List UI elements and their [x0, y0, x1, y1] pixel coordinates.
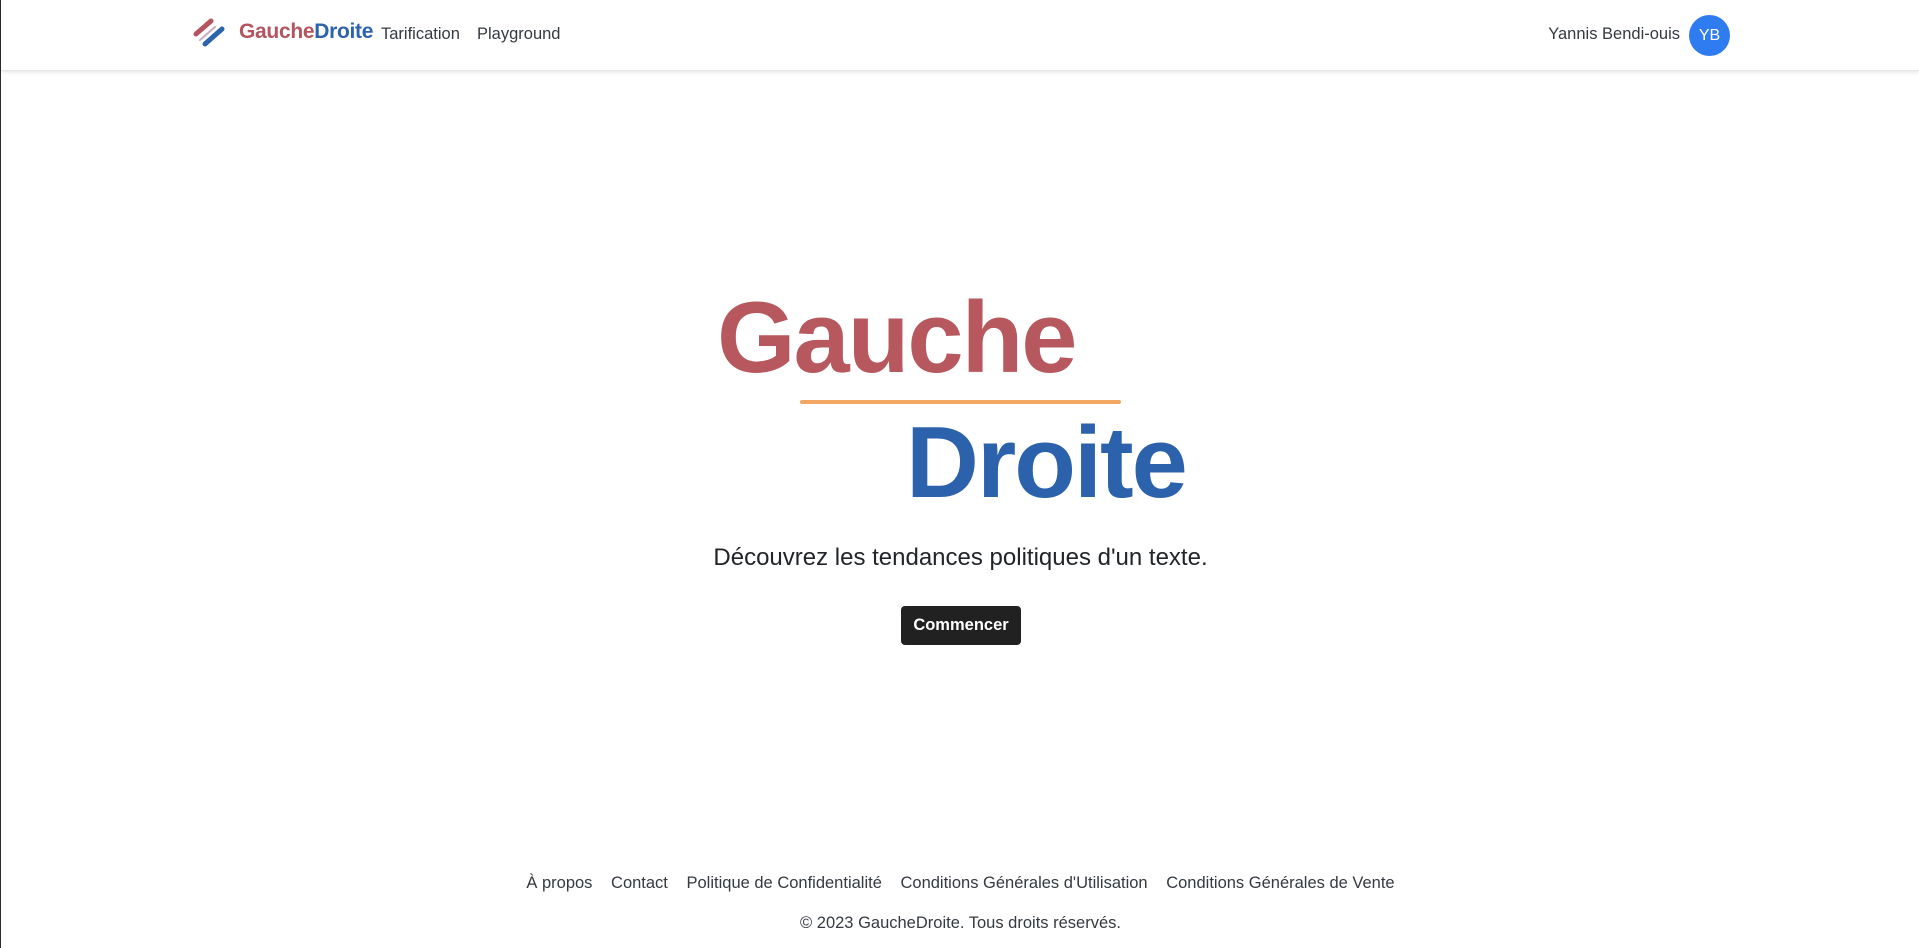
nav-playground[interactable]: Playground — [477, 25, 560, 44]
commencer-button[interactable]: Commencer — [901, 606, 1021, 645]
brand-gauche: Gauche — [239, 20, 315, 43]
avatar[interactable]: YB — [1689, 15, 1730, 56]
footer-link-politique-confidentialite[interactable]: Politique de Confidentialité — [687, 874, 882, 892]
footer-link-cgu[interactable]: Conditions Générales d'Utilisation — [900, 874, 1147, 892]
nav-tarification[interactable]: Tarification — [381, 25, 460, 44]
hero-word-gauche: Gauche — [717, 282, 1077, 394]
double-slash-logo-icon[interactable] — [191, 17, 227, 53]
hero-tagline: Découvrez les tendances politiques d'un … — [713, 544, 1208, 571]
top-navbar: GaucheDroite Tarification Playground Yan… — [1, 0, 1919, 71]
copyright: © 2023 GaucheDroite. Tous droits réservé… — [800, 914, 1121, 932]
hero-underline — [800, 400, 1121, 404]
brand-droite: Droite — [314, 20, 374, 43]
brand-name[interactable]: GaucheDroite — [239, 20, 373, 44]
footer-link-a-propos[interactable]: À propos — [526, 874, 592, 892]
hero-word-droite: Droite — [906, 407, 1188, 519]
user-name[interactable]: Yannis Bendi-ouis — [1548, 25, 1680, 44]
footer-links: À propos Contact Politique de Confidenti… — [1, 874, 1919, 893]
footer-link-contact[interactable]: Contact — [611, 874, 668, 892]
footer-link-cgv[interactable]: Conditions Générales de Vente — [1166, 874, 1394, 892]
